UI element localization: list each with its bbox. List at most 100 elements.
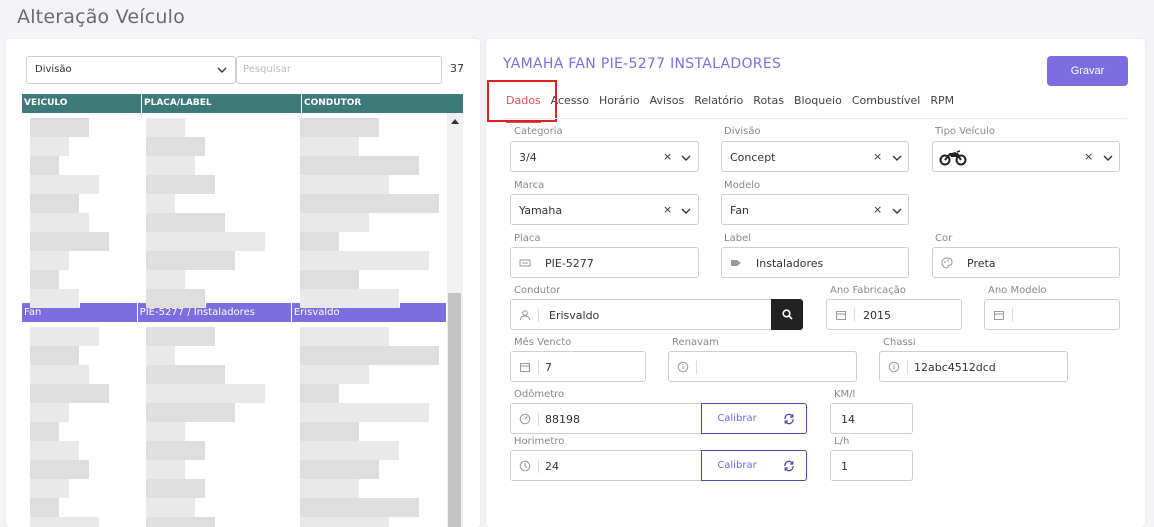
refresh-odometro-button[interactable] bbox=[772, 403, 807, 434]
tag-icon bbox=[731, 260, 741, 266]
tab-avisos[interactable]: Avisos bbox=[646, 91, 689, 119]
redacted-text bbox=[145, 517, 216, 527]
table-row[interactable] bbox=[22, 227, 447, 251]
table-row[interactable] bbox=[22, 474, 447, 498]
modelo-select[interactable]: Fan × bbox=[721, 194, 909, 225]
table-row[interactable] bbox=[22, 132, 447, 156]
km-l-input[interactable]: 14 bbox=[830, 403, 913, 434]
clear-icon[interactable]: × bbox=[873, 203, 882, 216]
table-cell bbox=[138, 113, 292, 137]
division-select[interactable]: Divisão bbox=[26, 56, 236, 84]
table-row[interactable] bbox=[22, 189, 447, 213]
table-cell bbox=[292, 455, 447, 479]
categoria-select[interactable]: 3/4 × bbox=[510, 141, 699, 172]
table-row[interactable] bbox=[22, 417, 447, 441]
table-row[interactable] bbox=[22, 398, 447, 422]
table-row[interactable] bbox=[22, 265, 447, 289]
chevron-down-icon[interactable] bbox=[681, 153, 691, 163]
save-button[interactable]: Gravar bbox=[1047, 56, 1128, 86]
label-input[interactable]: Instaladores bbox=[721, 247, 909, 278]
table-cell bbox=[138, 436, 292, 460]
tipo-veiculo-select[interactable]: × bbox=[932, 141, 1120, 172]
table-cell bbox=[22, 436, 138, 460]
tab-bloqueio[interactable]: Bloqueio bbox=[790, 91, 846, 119]
scroll-thumb[interactable] bbox=[448, 293, 461, 527]
table-cell bbox=[22, 227, 138, 251]
search-input[interactable]: Pesquisar bbox=[236, 56, 442, 84]
table-cell bbox=[292, 246, 447, 270]
page-title: Alteração Veículo bbox=[17, 6, 185, 28]
horimetro-input[interactable]: 24 bbox=[510, 450, 702, 481]
table-cell bbox=[22, 341, 138, 365]
divisao-select[interactable]: Concept × bbox=[721, 141, 909, 172]
chassi-label: Chassi bbox=[883, 337, 916, 348]
chassi-input[interactable]: 12abc4512dcd bbox=[879, 351, 1068, 382]
clear-icon[interactable]: × bbox=[873, 150, 882, 163]
scroll-up-arrow-icon[interactable] bbox=[451, 119, 459, 124]
table-cell bbox=[292, 170, 447, 194]
calibrar-horimetro-button[interactable]: Calibrar bbox=[701, 450, 773, 481]
tab-bar: Dados Acesso Horário Avisos Relatório Ro… bbox=[502, 91, 960, 123]
table-row[interactable] bbox=[22, 151, 447, 175]
active-tab-highlight bbox=[487, 80, 557, 122]
table-row[interactable] bbox=[22, 493, 447, 517]
placa-input[interactable]: PIE-5277 bbox=[510, 247, 699, 278]
table-cell bbox=[22, 284, 138, 308]
tipo-veiculo-label: Tipo Veículo bbox=[935, 126, 995, 137]
table-row[interactable] bbox=[22, 455, 447, 479]
odometro-input[interactable]: 88198 bbox=[510, 403, 702, 434]
tab-rpm[interactable]: RPM bbox=[926, 91, 958, 119]
cor-label: Cor bbox=[935, 233, 953, 244]
column-header-veiculo[interactable]: VEICULO bbox=[22, 94, 142, 113]
tab-relatorio[interactable]: Relatório bbox=[690, 91, 747, 119]
calendar-icon bbox=[520, 363, 530, 372]
table-cell bbox=[292, 379, 447, 403]
ano-modelo-input[interactable] bbox=[984, 299, 1120, 330]
calibrar-odometro-button[interactable]: Calibrar bbox=[701, 403, 773, 434]
tab-horario[interactable]: Horário bbox=[595, 91, 644, 119]
l-h-input[interactable]: 1 bbox=[830, 450, 913, 481]
mes-vencto-input[interactable]: 7 bbox=[510, 351, 646, 382]
column-header-placa[interactable]: PLACA/LABEL bbox=[142, 94, 302, 113]
condutor-input[interactable]: Erisvaldo bbox=[510, 299, 772, 330]
marca-select[interactable]: Yamaha × bbox=[510, 194, 699, 225]
table-row[interactable] bbox=[22, 246, 447, 270]
table-row[interactable] bbox=[22, 284, 447, 308]
chevron-down-icon[interactable] bbox=[892, 206, 902, 216]
table-row[interactable] bbox=[22, 512, 447, 527]
ano-fabricacao-input[interactable]: 2015 bbox=[826, 299, 962, 330]
table-cell bbox=[22, 151, 138, 175]
table-row[interactable] bbox=[22, 113, 447, 137]
table-row[interactable] bbox=[22, 436, 447, 460]
chevron-down-icon[interactable] bbox=[1103, 153, 1113, 163]
table-row[interactable] bbox=[22, 322, 447, 346]
search-driver-button[interactable] bbox=[771, 299, 803, 330]
table-cell bbox=[138, 417, 292, 441]
cor-input[interactable]: Preta bbox=[932, 247, 1120, 278]
table-cell bbox=[138, 208, 292, 232]
label-label: Label bbox=[724, 233, 751, 244]
table-row[interactable] bbox=[22, 360, 447, 384]
chevron-down-icon[interactable] bbox=[892, 153, 902, 163]
table-row[interactable] bbox=[22, 208, 447, 232]
clear-icon[interactable]: × bbox=[663, 150, 672, 163]
table-cell bbox=[292, 493, 447, 517]
table-cell bbox=[22, 493, 138, 517]
column-header-condutor[interactable]: CONDUTOR bbox=[302, 94, 463, 113]
tab-combustivel[interactable]: Combustível bbox=[848, 91, 925, 119]
vehicle-list-panel: Divisão Pesquisar 37 VEICULO PLACA/LABEL… bbox=[6, 39, 480, 527]
renavam-input[interactable] bbox=[668, 351, 857, 382]
clear-icon[interactable]: × bbox=[663, 203, 672, 216]
table-row[interactable] bbox=[22, 341, 447, 365]
clear-icon[interactable]: × bbox=[1084, 150, 1093, 163]
table-row[interactable] bbox=[22, 379, 447, 403]
table-cell bbox=[22, 265, 138, 289]
table-row-selected[interactable]: Fan PIE-5277 / Instaladores Erisvaldo bbox=[22, 303, 447, 322]
ano-modelo-label: Ano Modelo bbox=[988, 285, 1047, 296]
refresh-horimetro-button[interactable] bbox=[772, 450, 807, 481]
gauge-icon bbox=[519, 413, 531, 425]
tab-rotas[interactable]: Rotas bbox=[749, 91, 788, 119]
table-row[interactable] bbox=[22, 170, 447, 194]
chevron-down-icon[interactable] bbox=[681, 206, 691, 216]
horimetro-label: Horimetro bbox=[514, 436, 565, 447]
